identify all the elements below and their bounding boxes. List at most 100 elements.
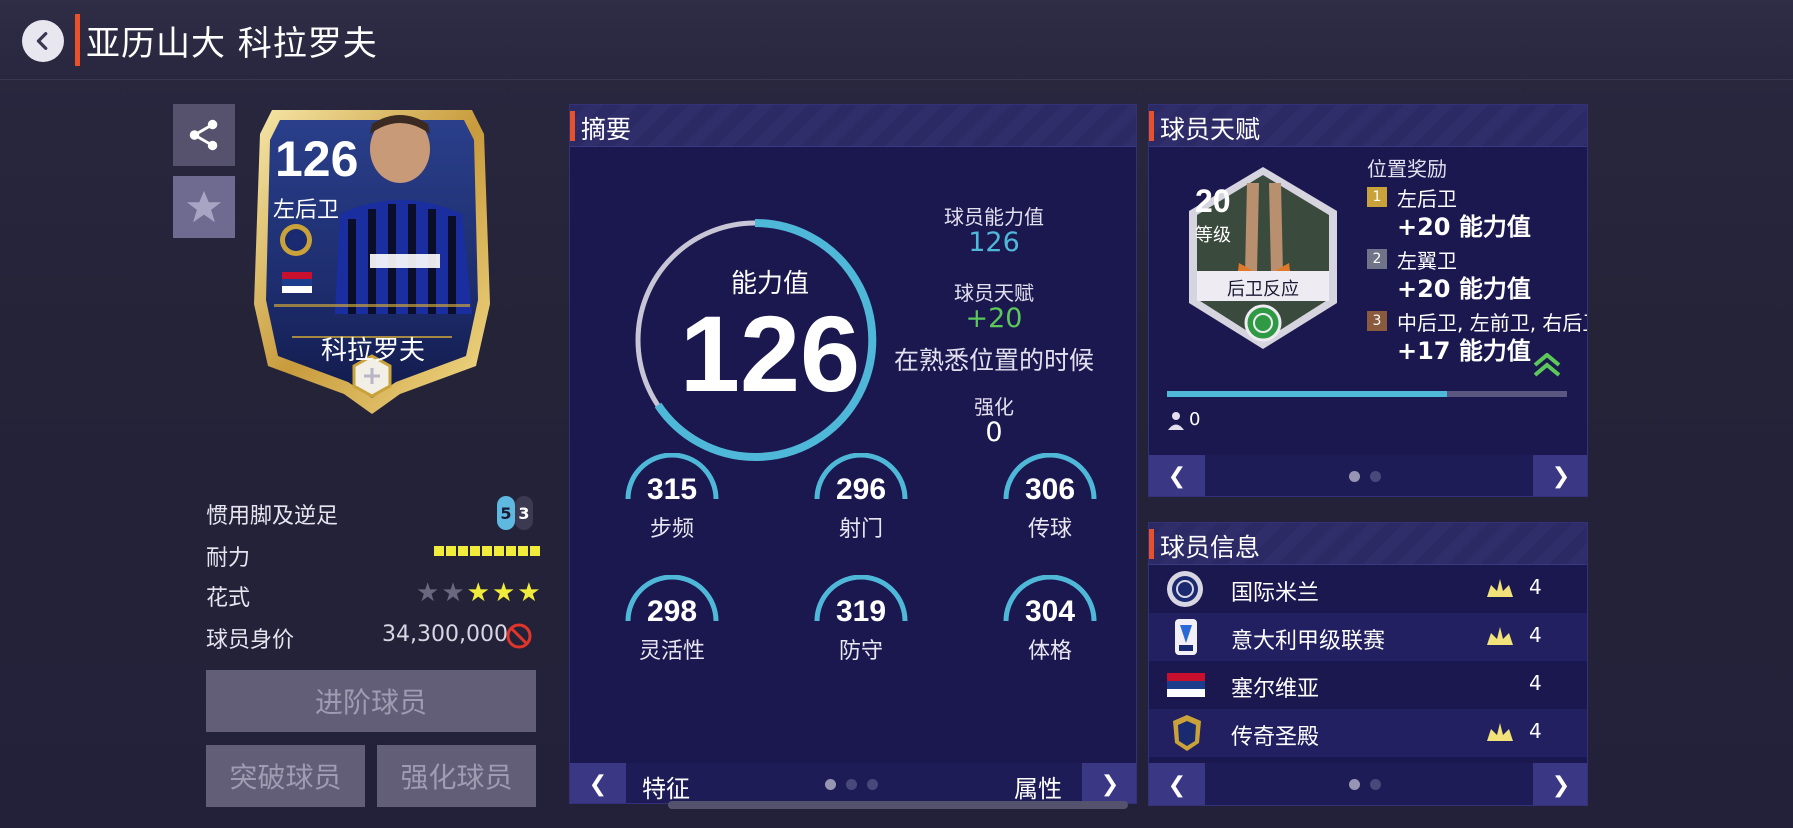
card-position: 左后卫	[273, 198, 340, 223]
program-name: 传奇圣殿	[1231, 725, 1320, 750]
talent-progress-fill	[1167, 391, 1447, 397]
summary-footer: ❮ 特征 属性 ❯	[570, 763, 1136, 803]
back-button[interactable]	[22, 20, 64, 62]
talent-page-dots	[1349, 471, 1381, 482]
bonus-rank-badge: 1	[1367, 187, 1387, 207]
stamina-segment	[530, 546, 540, 556]
summary-panel: 摘要 能力值 126 球员能力值 126 球员天赋 +20 在熟悉位置的时候 强…	[569, 104, 1137, 804]
breakthrough-player-button[interactable]: 突破球员	[206, 745, 365, 807]
ability-ring-value: 126	[679, 293, 861, 414]
summary-header: 摘要	[570, 105, 1136, 147]
info-row-league[interactable]: 意大利甲级联赛 4	[1149, 613, 1587, 661]
page-dot	[1370, 779, 1381, 790]
ability-label: 球员能力值	[944, 205, 1044, 229]
attribute-label: 传球	[1027, 517, 1072, 542]
bonus-value: +20 能力值	[1397, 275, 1531, 303]
club-count: 4	[1529, 575, 1542, 599]
attribute-label: 体格	[1027, 639, 1072, 664]
attribute-value: 298	[646, 595, 698, 628]
position-bonus-title: 位置奖励	[1367, 157, 1447, 181]
attributes-tab[interactable]: 属性	[1014, 769, 1062, 803]
stamina-segment	[446, 546, 456, 556]
talent-note: 在熟悉位置的时候	[893, 346, 1094, 375]
features-tab[interactable]: 特征	[642, 769, 690, 803]
skill-stars: ★ ★ ★ ★ ★	[416, 578, 541, 608]
star-icon	[186, 190, 222, 223]
talent-header: 球员天赋	[1149, 105, 1587, 147]
player-info-panel: 球员信息 国际米兰 4 意大利甲级联赛 4 塞尔维亚 4 传奇圣殿 4 ❮ ❯	[1148, 522, 1588, 806]
foot-badges: 5 3	[497, 496, 533, 530]
star-icon: ★	[416, 578, 440, 608]
talent-value: +20	[965, 303, 1023, 334]
info-title: 球员信息	[1160, 533, 1261, 562]
star-icon: ★	[441, 578, 465, 608]
ability-value: 126	[968, 227, 1020, 258]
page-dot	[1370, 471, 1381, 482]
league-count: 4	[1529, 623, 1542, 647]
attribute-label: 防守	[838, 639, 883, 664]
summary-next-button[interactable]: ❯	[1082, 763, 1136, 803]
info-row-program[interactable]: 传奇圣殿 4	[1149, 709, 1587, 757]
attribute-value: 319	[835, 595, 887, 628]
page-title: 亚历山大 科拉罗夫	[86, 24, 378, 64]
talent-footer: ❮ ❯	[1149, 455, 1587, 496]
person-icon	[1168, 412, 1184, 430]
card-rating: 126	[275, 131, 359, 187]
attribute-label: 灵活性	[638, 639, 705, 664]
info-row-club[interactable]: 国际米兰 4	[1149, 565, 1587, 613]
summary-title: 摘要	[581, 115, 632, 144]
share-button[interactable]	[173, 104, 235, 166]
chemistry-icon	[1487, 579, 1513, 597]
foot-label: 惯用脚及逆足	[206, 504, 339, 529]
chemistry-icon	[1487, 627, 1513, 645]
strong-foot-badge: 5	[497, 496, 515, 530]
expand-up-icon[interactable]	[1533, 353, 1561, 377]
talent-next-button[interactable]: ❯	[1533, 455, 1587, 496]
talent-count: 0	[1189, 409, 1201, 430]
stamina-segment	[434, 546, 444, 556]
talent-level: 20	[1195, 183, 1231, 219]
nation-count: 4	[1529, 671, 1542, 695]
bonus-value: +20 能力值	[1397, 213, 1531, 241]
share-icon	[189, 119, 218, 151]
page-dot	[825, 779, 836, 790]
horizontal-scrollbar[interactable]	[668, 801, 1128, 809]
talent-label: 球员天赋	[954, 281, 1034, 305]
favorite-button[interactable]	[173, 176, 235, 238]
enhance-value: 0	[985, 417, 1003, 448]
bonus-rank-badge: 3	[1367, 311, 1387, 331]
advance-player-button[interactable]: 进阶球员	[206, 670, 536, 732]
no-trade-icon	[506, 623, 532, 649]
header-accent-bar	[1149, 111, 1154, 141]
card-player-name: 科拉罗夫	[320, 336, 425, 366]
enhance-player-button[interactable]: 强化球员	[377, 745, 536, 807]
page-dot	[1349, 779, 1360, 790]
info-next-button[interactable]: ❯	[1533, 763, 1587, 805]
page-dot	[867, 779, 878, 790]
talent-prev-button[interactable]: ❮	[1149, 455, 1205, 496]
stamina-segment	[482, 546, 492, 556]
talent-title: 球员天赋	[1160, 115, 1261, 144]
attribute-label: 步频	[649, 517, 694, 542]
info-page-dots	[1349, 779, 1381, 790]
talent-level-label: 等级	[1195, 225, 1231, 246]
info-row-nation[interactable]: 塞尔维亚 4	[1149, 661, 1587, 709]
chemistry-icon	[1487, 723, 1513, 741]
enhance-label: 强化	[974, 395, 1014, 419]
stamina-label: 耐力	[206, 546, 251, 571]
stamina-segment	[518, 546, 528, 556]
info-prev-button[interactable]: ❮	[1149, 763, 1205, 805]
attribute-value: 304	[1024, 595, 1076, 628]
header-accent-bar	[570, 111, 575, 141]
info-header: 球员信息	[1149, 523, 1587, 565]
stamina-segment	[458, 546, 468, 556]
nation-name: 塞尔维亚	[1231, 677, 1320, 702]
club-logo-icon	[1167, 571, 1203, 607]
star-icon: ★	[491, 578, 516, 608]
attribute-value: 296	[835, 473, 887, 506]
summary-prev-button[interactable]: ❮	[570, 763, 626, 803]
chevron-left-icon	[36, 32, 48, 50]
program-badge-icon	[1173, 715, 1201, 751]
stamina-bar	[434, 546, 540, 556]
talent-progress-track	[1167, 391, 1567, 397]
